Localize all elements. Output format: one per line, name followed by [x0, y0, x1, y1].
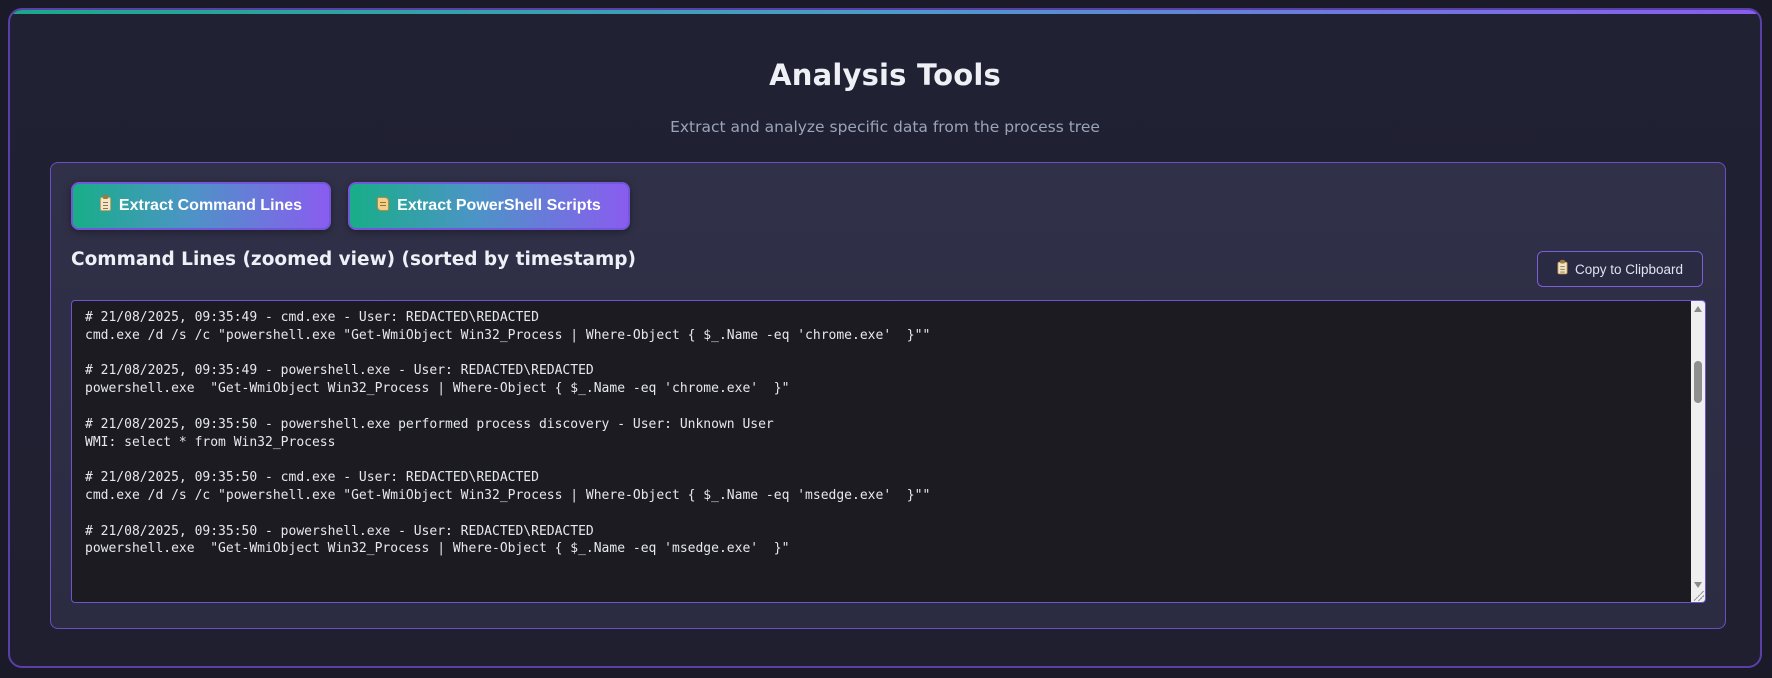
analysis-tools-card: Analysis Tools Extract and analyze speci… [8, 8, 1762, 668]
clipboard-icon [1557, 259, 1575, 278]
output-scrollbar[interactable] [1691, 301, 1705, 602]
results-title: Command Lines (zoomed view) (sorted by t… [71, 249, 636, 270]
page-title: Analysis Tools [769, 58, 1001, 92]
extract-powershell-scripts-label: Extract PowerShell Scripts [397, 197, 601, 214]
scroll-up-arrow-icon[interactable] [1694, 306, 1702, 312]
copy-to-clipboard-button[interactable]: Copy to Clipboard [1537, 251, 1703, 287]
copy-to-clipboard-label: Copy to Clipboard [1574, 261, 1684, 277]
command-lines-text[interactable]: # 21/08/2025, 09:35:49 - cmd.exe - User:… [85, 309, 1685, 558]
extract-command-lines-label: Extract Command Lines [118, 197, 303, 214]
scroll-icon [377, 197, 390, 215]
command-lines-output[interactable]: # 21/08/2025, 09:35:49 - cmd.exe - User:… [71, 300, 1706, 603]
extract-command-lines-button[interactable]: Extract Command Lines [71, 182, 331, 230]
resize-grip-icon[interactable] [1694, 591, 1704, 601]
extract-powershell-scripts-button[interactable]: Extract PowerShell Scripts [348, 182, 630, 230]
clipboard-icon [99, 195, 111, 215]
scroll-down-arrow-icon[interactable] [1694, 582, 1702, 588]
scrollbar-thumb[interactable] [1694, 361, 1702, 403]
page-subtitle: Extract and analyze specific data from t… [670, 118, 1100, 136]
top-accent-bar [10, 10, 1760, 14]
tools-panel: Extract Command Lines Extract PowerShell… [50, 162, 1726, 629]
